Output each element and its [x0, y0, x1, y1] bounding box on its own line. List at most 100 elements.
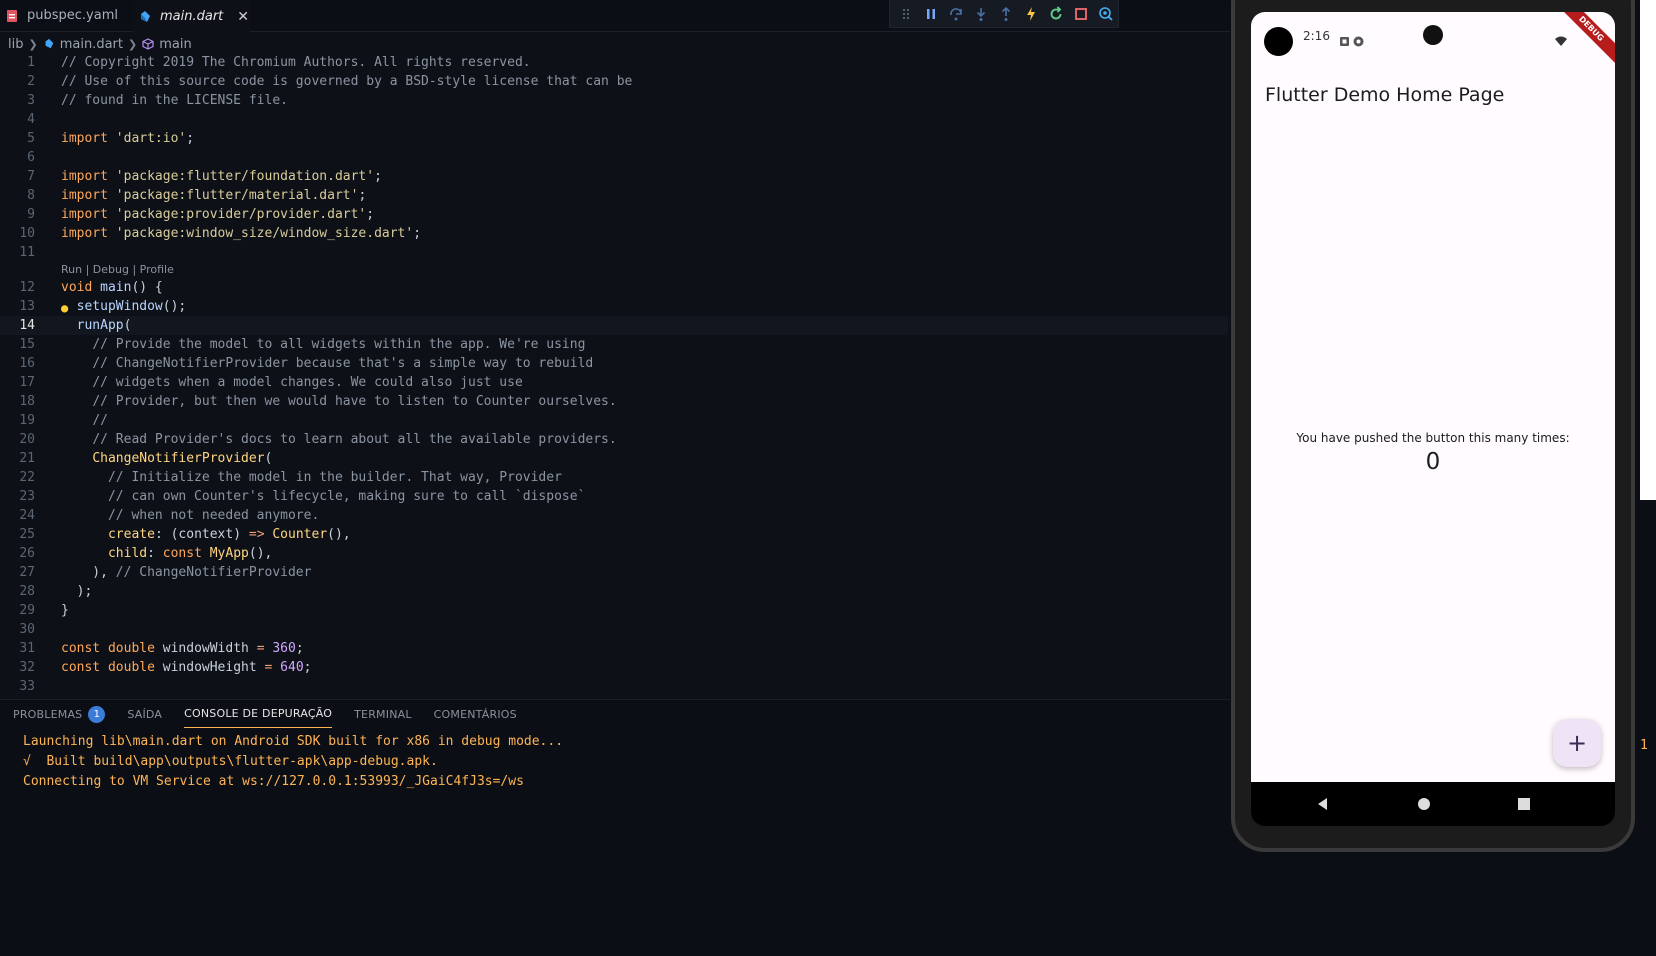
code-line[interactable]: 1 // Copyright 2019 The Chromium Authors.…: [0, 53, 1228, 72]
code-line[interactable]: 25 create: (context) => Counter(),: [0, 525, 1228, 544]
tab-pubspec-yaml[interactable]: pubspec.yaml: [0, 0, 132, 31]
pause-icon[interactable]: [919, 1, 944, 27]
tab-main-dart[interactable]: main.dart ✕: [133, 0, 250, 32]
chevron-right-icon: ❯: [28, 37, 38, 51]
code-line[interactable]: 8 import 'package:flutter/material.dart';: [0, 186, 1228, 205]
wifi-icon: [1555, 32, 1567, 46]
code-line[interactable]: 7 import 'package:flutter/foundation.dart…: [0, 167, 1228, 186]
code-line[interactable]: 21 ChangeNotifierProvider(: [0, 449, 1228, 468]
increment-fab-button[interactable]: +: [1553, 719, 1601, 767]
restart-icon[interactable]: [1043, 1, 1068, 27]
tab-terminal[interactable]: TERMINAL: [354, 700, 412, 728]
problems-count-badge: 1: [88, 705, 106, 723]
panel-tab-bar: PROBLEMAS 1 SAÍDA CONSOLE DE DEPURAÇÃO T…: [0, 700, 1230, 728]
code-line[interactable]: 10 import 'package:window_size/window_siz…: [0, 224, 1228, 243]
codelens-run-debug-profile[interactable]: Run | Debug | Profile: [0, 262, 1228, 278]
code-text: const double windowHeight = 640;: [61, 660, 312, 675]
code-area[interactable]: 1 // Copyright 2019 The Chromium Authors.…: [0, 53, 1228, 698]
line-number: 30: [19, 622, 35, 637]
back-nav-icon[interactable]: [1313, 794, 1333, 814]
recents-nav-icon[interactable]: [1514, 794, 1534, 814]
close-icon[interactable]: ✕: [237, 9, 249, 25]
code-line[interactable]: 24 // when not needed anymore.: [0, 506, 1228, 525]
step-out-icon[interactable]: [994, 1, 1019, 27]
counter-label: You have pushed the button this many tim…: [1296, 431, 1570, 445]
code-line[interactable]: 33: [0, 677, 1228, 696]
line-number: 20: [19, 432, 35, 447]
counter-value: 0: [1425, 449, 1441, 475]
code-text: ChangeNotifierProvider(: [92, 451, 273, 466]
line-number: 33: [19, 679, 35, 694]
line-number: 18: [19, 394, 35, 409]
line-number: 10: [19, 226, 35, 241]
tab-problems[interactable]: PROBLEMAS 1: [13, 700, 106, 728]
breadcrumb-lib[interactable]: lib: [8, 37, 23, 52]
code-line[interactable]: 30: [0, 620, 1228, 639]
code-line[interactable]: 14 runApp(: [0, 316, 1228, 335]
stop-icon[interactable]: [1068, 1, 1093, 27]
code-line[interactable]: 19 //: [0, 411, 1228, 430]
line-number: 15: [19, 337, 35, 352]
hot-reload-icon[interactable]: [1018, 1, 1043, 27]
code-line[interactable]: 11: [0, 243, 1228, 262]
console-line: Launching lib\main.dart on Android SDK b…: [23, 734, 564, 749]
code-line[interactable]: 5 import 'dart:io';: [0, 129, 1228, 148]
line-number: 3: [27, 93, 35, 108]
code-text: runApp(: [76, 318, 132, 333]
code-line[interactable]: 20 // Read Provider's docs to learn abou…: [0, 430, 1228, 449]
code-line[interactable]: 12 void main() {: [0, 278, 1228, 297]
breadcrumb-file[interactable]: main.dart: [60, 37, 123, 52]
console-line: √ Built build\app\outputs\flutter-apk\ap…: [23, 754, 438, 769]
code-line[interactable]: 4: [0, 110, 1228, 129]
code-line[interactable]: 18 // Provider, but then we would have t…: [0, 392, 1228, 411]
code-line[interactable]: 28 );: [0, 582, 1228, 601]
line-number: 19: [19, 413, 35, 428]
step-into-icon[interactable]: [969, 1, 994, 27]
step-over-icon[interactable]: [944, 1, 969, 27]
code-text: // found in the LICENSE file.: [61, 93, 288, 108]
line-number: 13: [19, 299, 35, 314]
line-number: 29: [19, 603, 35, 618]
code-line[interactable]: 3 // found in the LICENSE file.: [0, 91, 1228, 110]
code-text: // Read Provider's docs to learn about a…: [92, 432, 617, 447]
drag-handle-icon[interactable]: [894, 1, 919, 27]
code-line[interactable]: 23 // can own Counter's lifecycle, makin…: [0, 487, 1228, 506]
status-bar: 2:16 DEBUG: [1251, 12, 1615, 67]
code-text: import 'dart:io';: [61, 131, 195, 146]
line-number: 23: [19, 489, 35, 504]
home-nav-icon[interactable]: [1414, 794, 1434, 814]
line-number: 9: [27, 207, 35, 222]
code-text: // can own Counter's lifecycle, making s…: [107, 489, 586, 504]
code-line[interactable]: 17 // widgets when a model changes. We c…: [0, 373, 1228, 392]
code-line[interactable]: 15 // Provide the model to all widgets w…: [0, 335, 1228, 354]
code-text: // Use of this source code is governed b…: [61, 74, 633, 89]
breadcrumb: lib ❯ main.dart ❯ main: [0, 35, 192, 53]
debug-console-output[interactable]: Launching lib\main.dart on Android SDK b…: [0, 728, 1230, 792]
dart-file-icon: [43, 38, 55, 50]
code-text: // Provide the model to all widgets with…: [92, 337, 586, 352]
code-line[interactable]: 31 const double windowWidth = 360;: [0, 639, 1228, 658]
code-text: //: [92, 413, 108, 428]
code-line[interactable]: 9 import 'package:provider/provider.dart'…: [0, 205, 1228, 224]
code-line[interactable]: 32 const double windowHeight = 640;: [0, 658, 1228, 677]
line-number: 6: [27, 150, 35, 165]
devtools-search-icon[interactable]: [1093, 1, 1118, 27]
code-line[interactable]: 6: [0, 148, 1228, 167]
emulator-screen[interactable]: 2:16 DEBUG Flutter Demo Home Page You ha…: [1251, 12, 1615, 782]
code-line[interactable]: 2 // Use of this source code is governed …: [0, 72, 1228, 91]
debug-toolbar: [889, 0, 1119, 28]
code-line[interactable]: 27 ), // ChangeNotifierProvider: [0, 563, 1228, 582]
code-line[interactable]: ● 13 setupWindow();: [0, 297, 1228, 316]
tab-debug-console[interactable]: CONSOLE DE DEPURAÇÃO: [184, 700, 333, 728]
code-line[interactable]: 26 child: const MyApp(),: [0, 544, 1228, 563]
android-nav-bar: [1251, 782, 1615, 826]
tab-comments[interactable]: COMENTÁRIOS: [434, 700, 517, 728]
code-line[interactable]: 16 // ChangeNotifierProvider because tha…: [0, 354, 1228, 373]
code-line[interactable]: 29}: [0, 601, 1228, 620]
line-number: 27: [19, 565, 35, 580]
line-number: 4: [27, 112, 35, 127]
breadcrumb-symbol[interactable]: main: [159, 37, 191, 52]
tab-output[interactable]: SAÍDA: [127, 700, 162, 728]
front-camera: [1264, 27, 1293, 56]
code-line[interactable]: 22 // Initialize the model in the builde…: [0, 468, 1228, 487]
